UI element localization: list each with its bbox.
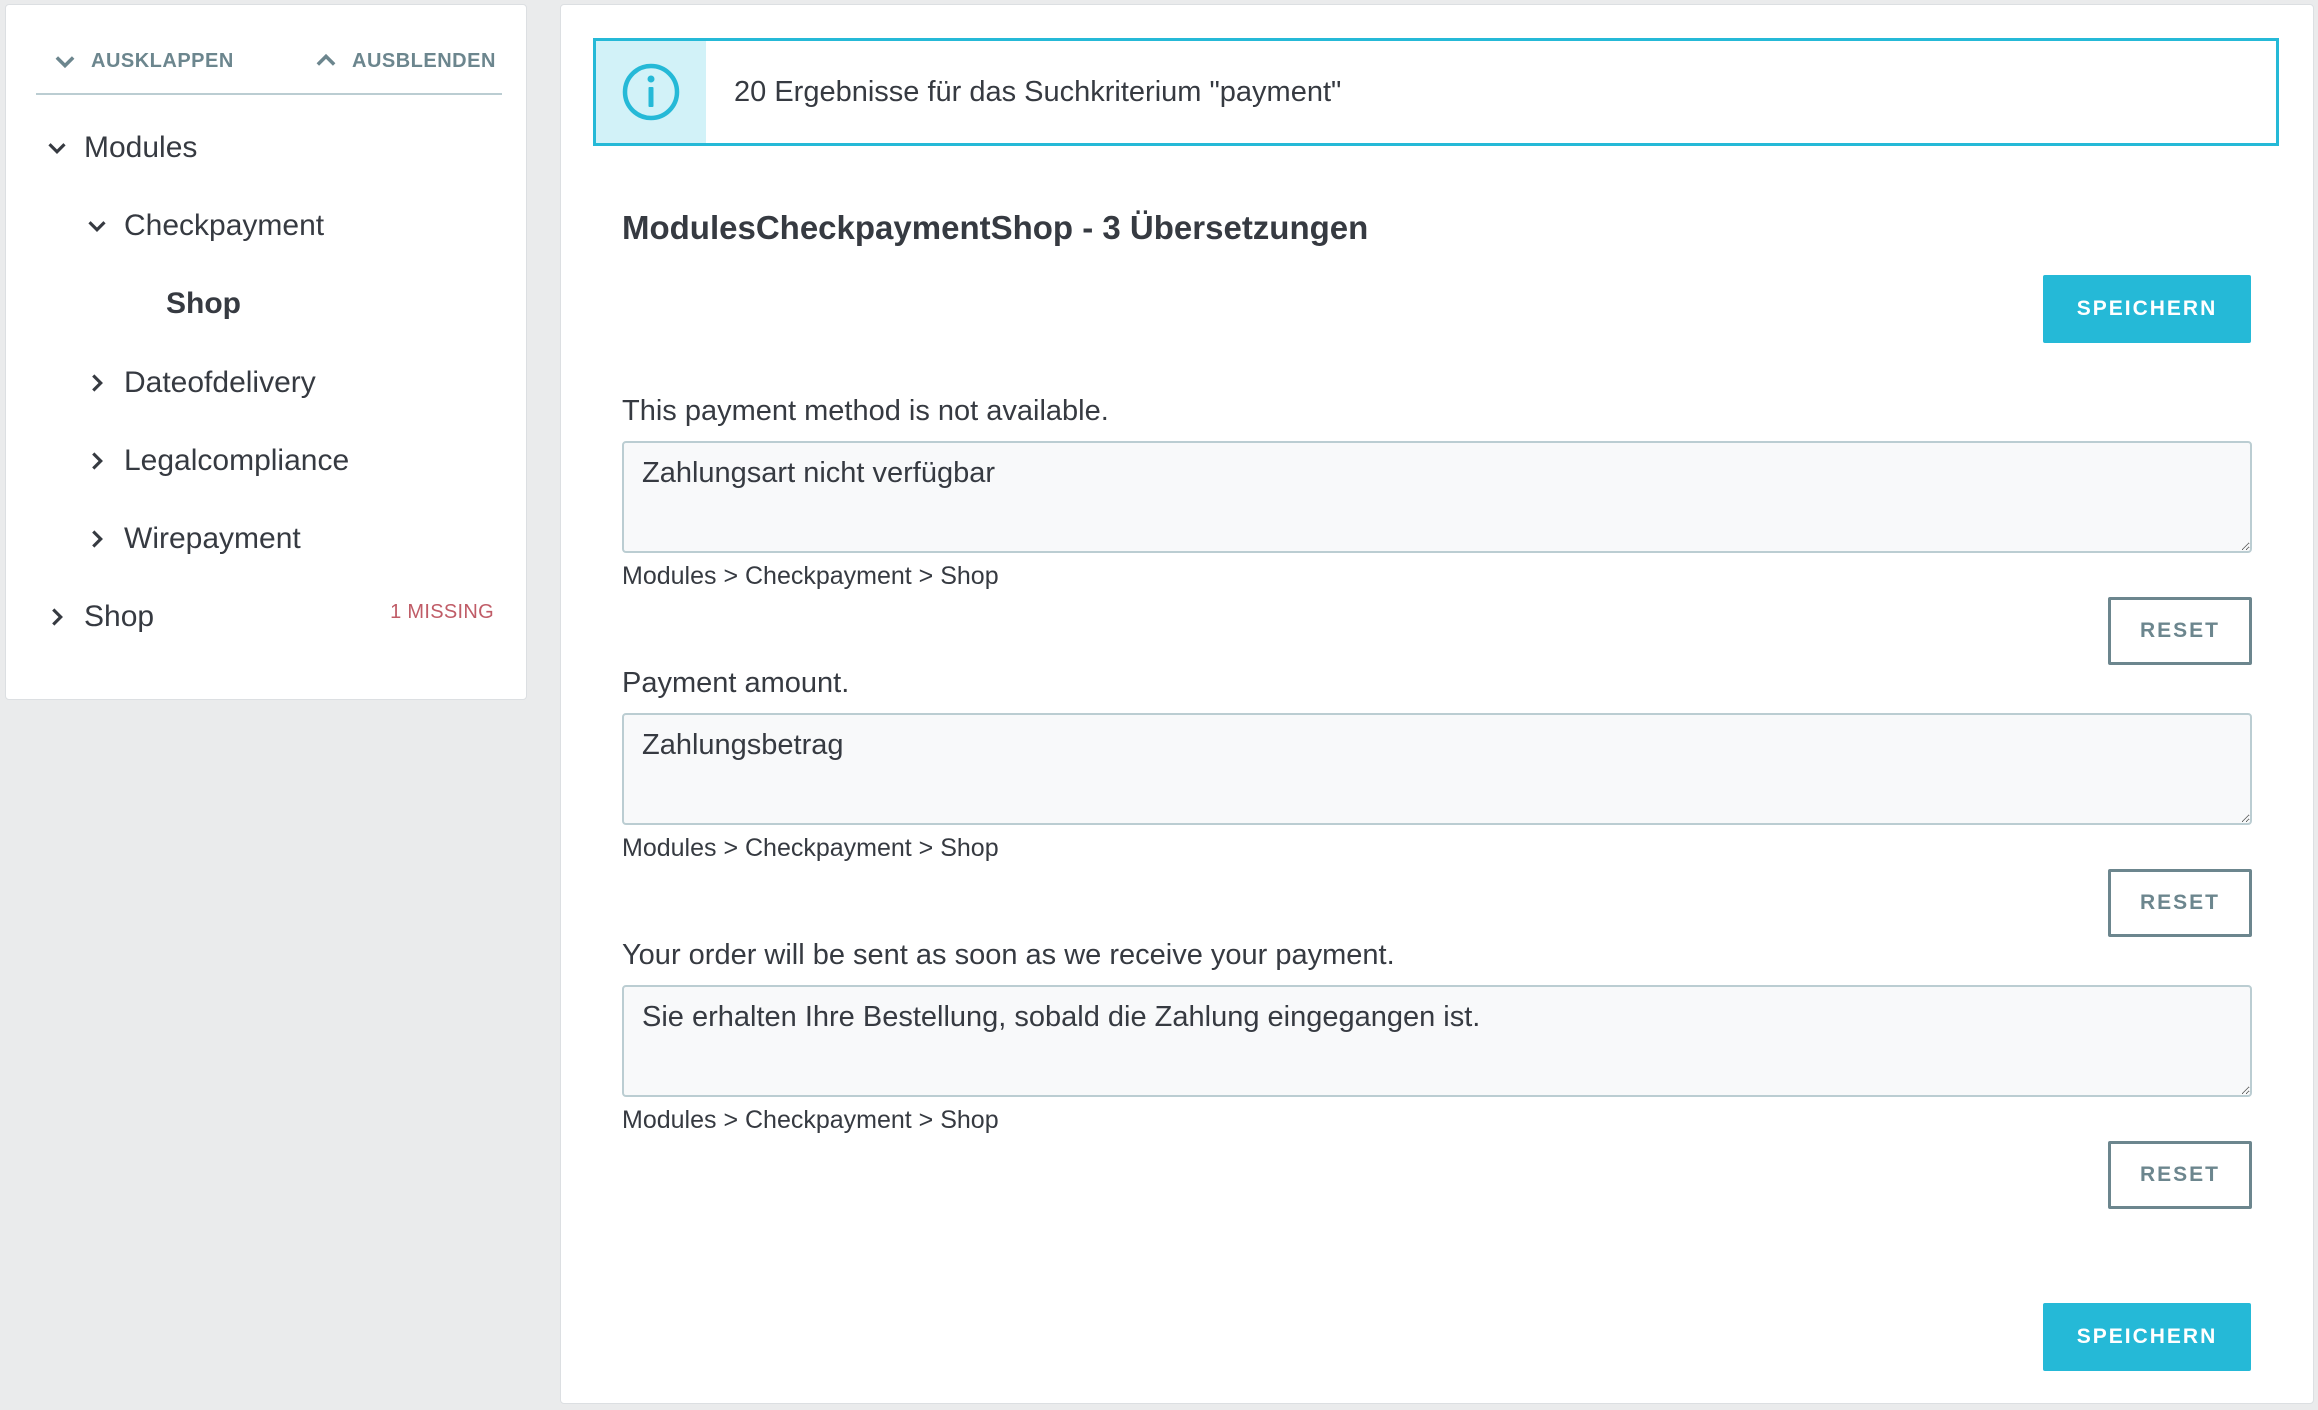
translation-domain-path: Modules > Checkpayment > Shop xyxy=(622,562,999,590)
tree-controls: AUSKLAPPEN AUSBLENDEN xyxy=(36,37,502,95)
translation-textarea[interactable]: Zahlungsbetrag xyxy=(622,713,2252,825)
chevron-right-icon xyxy=(92,374,103,392)
chevron-down-icon xyxy=(88,221,106,232)
collapse-all-label: AUSBLENDEN xyxy=(352,49,496,72)
info-icon xyxy=(622,63,680,121)
translation-textarea[interactable]: Zahlungsart nicht verfügbar xyxy=(622,441,2252,553)
translation-domain-path: Modules > Checkpayment > Shop xyxy=(622,834,999,862)
tree-item-checkpayment[interactable]: Checkpayment xyxy=(82,201,324,251)
source-string: This payment method is not available. xyxy=(622,395,1109,427)
tree-item-shop[interactable]: Shop xyxy=(42,592,154,642)
collapse-all-button[interactable]: AUSBLENDEN xyxy=(312,47,496,75)
translation-domain-path: Modules > Checkpayment > Shop xyxy=(622,1106,999,1134)
tree-item-shop-selected[interactable]: Shop xyxy=(166,279,241,329)
save-button-bottom[interactable]: SPEICHERN xyxy=(2043,1303,2251,1371)
chevron-right-icon xyxy=(52,608,63,626)
source-string: Your order will be sent as soon as we re… xyxy=(622,939,1395,971)
tree-item-legalcompliance[interactable]: Legalcompliance xyxy=(82,436,349,486)
translations-panel: 20 Ergebnisse für das Suchkriterium "pay… xyxy=(560,4,2314,1404)
source-string: Payment amount. xyxy=(622,667,850,699)
tree-item-dateofdelivery[interactable]: Dateofdelivery xyxy=(82,358,316,408)
chevron-right-icon xyxy=(92,452,103,470)
tree-item-label: Shop xyxy=(84,600,155,633)
tree-item-wirepayment[interactable]: Wirepayment xyxy=(82,514,301,564)
tree-item-label: Wirepayment xyxy=(124,522,301,555)
translation-item: This payment method is not available. Za… xyxy=(622,391,2252,665)
translation-textarea[interactable]: Sie erhalten Ihre Bestellung, sobald die… xyxy=(622,985,2252,1097)
translation-item: Payment amount. Zahlungsbetrag Modules >… xyxy=(622,663,2252,937)
reset-button[interactable]: RESET xyxy=(2108,869,2252,937)
tree-item-modules[interactable]: Modules xyxy=(42,123,197,173)
reset-button[interactable]: RESET xyxy=(2108,1141,2252,1209)
translation-item: Your order will be sent as soon as we re… xyxy=(622,935,2252,1209)
chevron-right-icon xyxy=(92,530,103,548)
save-button-top[interactable]: SPEICHERN xyxy=(2043,275,2251,343)
chevron-down-icon xyxy=(55,56,75,69)
expand-all-label: AUSKLAPPEN xyxy=(91,49,234,72)
tree-item-label: Shop xyxy=(166,287,241,320)
chevron-down-icon xyxy=(48,143,66,154)
translation-tree-sidebar: AUSKLAPPEN AUSBLENDEN Modules Checkpayme… xyxy=(5,4,527,700)
tree-item-label: Legalcompliance xyxy=(124,444,350,477)
reset-button[interactable]: RESET xyxy=(2108,597,2252,665)
tree-item-label: Checkpayment xyxy=(124,209,325,242)
tree-item-label: Dateofdelivery xyxy=(124,366,316,399)
missing-count-badge: 1 MISSING xyxy=(390,601,494,623)
alert-icon-container xyxy=(596,41,706,143)
search-result-alert: 20 Ergebnisse für das Suchkriterium "pay… xyxy=(593,38,2279,146)
section-title: ModulesCheckpaymentShop - 3 Übersetzunge… xyxy=(622,209,1369,246)
chevron-up-icon xyxy=(316,53,336,66)
alert-message: 20 Ergebnisse für das Suchkriterium "pay… xyxy=(734,75,1342,108)
tree-item-label: Modules xyxy=(84,131,198,164)
expand-all-button[interactable]: AUSKLAPPEN xyxy=(51,47,234,75)
